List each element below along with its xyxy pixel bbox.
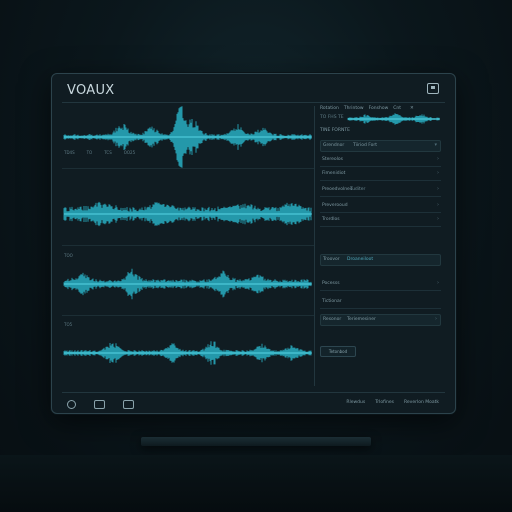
status-right: Reverlon Moatk — [403, 400, 439, 405]
row-label: Stereolos — [322, 157, 344, 162]
chevron-right-icon: › — [437, 186, 439, 192]
status-divider — [62, 392, 445, 393]
property-row[interactable]: Stereolos › — [320, 154, 441, 167]
title-divider — [62, 102, 445, 103]
row-value: Droaneiloot — [347, 257, 374, 262]
row-label: Preverooud — [322, 203, 348, 208]
select-troovor[interactable]: Troovor Droaneiloot — [320, 254, 441, 266]
section-label: TINE FORNTE — [320, 128, 350, 133]
panel-tabs: Rotation Thrintow Fonshow Cnt ✕ — [318, 106, 445, 111]
app-window: VOAUX TD4S TO TCS OO25 TOO TO5 Rotation … — [51, 73, 456, 414]
property-row[interactable]: Preverooud › — [320, 200, 441, 213]
row-label: Grendnor — [323, 143, 345, 148]
chevron-down-icon: ▾ — [434, 142, 437, 148]
waveform-track-4[interactable]: TO5 — [62, 322, 314, 384]
property-row[interactable]: Preoedvolnes Tuditer › — [320, 184, 441, 197]
floor — [0, 455, 512, 512]
status-left: Rlewdus — [346, 400, 366, 405]
row-label: Pocesss — [322, 281, 340, 286]
track-1-ruler-label: TO — [86, 150, 93, 155]
chevron-right-icon: › — [437, 156, 439, 162]
track-1-ruler-label: TD4S — [64, 150, 75, 155]
export-icon[interactable] — [123, 400, 134, 409]
chevron-right-icon: › — [437, 280, 439, 286]
monitor-stand — [141, 437, 371, 446]
track-1-ruler-label: TCS — [104, 150, 112, 155]
waveform-3 — [63, 268, 312, 300]
waveform-2 — [63, 201, 312, 227]
tab-rotation[interactable]: Rotation — [320, 106, 339, 111]
chevron-right-icon: › — [437, 202, 439, 208]
track-1-ruler: TD4S TO TCS OO25 — [64, 150, 135, 155]
row-label: Fimenidiot — [322, 171, 346, 176]
tab-fonshow[interactable]: Fonshow — [369, 106, 389, 111]
row-label: Troovor — [323, 257, 340, 262]
close-icon[interactable]: ✕ — [410, 106, 414, 111]
waveform-1 — [63, 106, 312, 168]
row-label: Resonor — [323, 317, 342, 322]
chevron-right-icon: › — [437, 170, 439, 176]
track-1-ruler-label: OO25 — [123, 150, 136, 155]
mini-waveform — [347, 113, 440, 125]
waveform-track-3[interactable]: TOO — [62, 253, 314, 316]
row-value: Tiiriod Fort — [353, 143, 378, 148]
property-row[interactable]: Pocesss › — [320, 278, 441, 291]
tab-cnt[interactable]: Cnt — [393, 106, 401, 111]
property-row[interactable]: Fimenidiot › — [320, 168, 441, 181]
folder-icon[interactable] — [94, 400, 105, 409]
window-restore-icon[interactable] — [427, 83, 439, 94]
property-row[interactable]: Trordlos › — [320, 214, 441, 227]
chevron-right-icon: › — [437, 216, 439, 222]
waveform-area: TD4S TO TCS OO25 TOO TO5 — [62, 106, 314, 386]
app-title: VOAUX — [67, 83, 115, 98]
waveform-4 — [63, 341, 312, 365]
properties-panel: Rotation Thrintow Fonshow Cnt ✕ TO FHS T… — [318, 106, 445, 391]
status-bar: Rlewdus Trlofines Reverlon Moatk — [346, 400, 439, 405]
tab-thrintow[interactable]: Thrintow — [344, 106, 364, 111]
row-value: Teriemesiner — [347, 317, 376, 322]
status-mid: Trlofines — [375, 400, 394, 405]
select-resonor[interactable]: Resonor Teriemesiner › — [320, 314, 441, 326]
select-grendnor[interactable]: Grendnor Tiiriod Fort ▾ — [320, 140, 441, 152]
waveform-track-2[interactable] — [62, 183, 314, 246]
row-label: Preoedvolnes — [322, 187, 353, 192]
panel-subheader: TO FHS TE — [320, 115, 344, 120]
apply-button[interactable]: Tetonbod — [320, 346, 356, 357]
waveform-track-1[interactable]: TD4S TO TCS OO25 — [62, 106, 314, 169]
row-label: Tictionar — [322, 299, 342, 304]
chevron-right-icon: › — [435, 316, 437, 322]
property-row[interactable]: Tictionar — [320, 296, 441, 309]
row-value: Tuditer — [350, 187, 366, 192]
row-label: Trordlos — [322, 217, 340, 222]
status-icons — [67, 400, 134, 409]
panel-divider — [314, 106, 315, 386]
record-icon[interactable] — [67, 400, 76, 409]
